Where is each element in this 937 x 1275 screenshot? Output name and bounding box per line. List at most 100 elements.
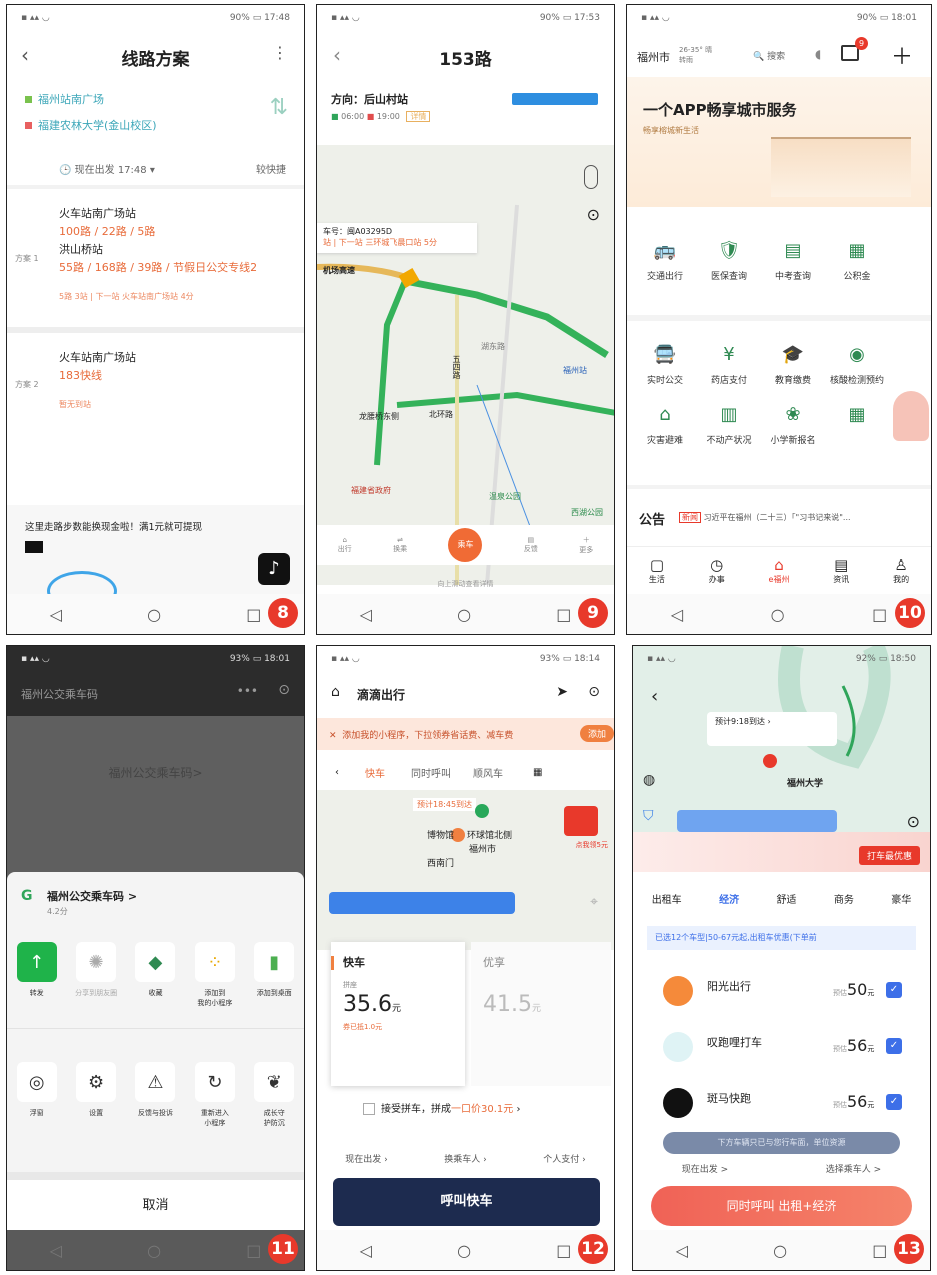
nav-recent-icon[interactable]: □ bbox=[556, 1241, 571, 1260]
tab-business[interactable]: 商务 bbox=[834, 891, 854, 906]
carpool-checkbox[interactable] bbox=[363, 1103, 375, 1115]
nav-back-icon[interactable]: ◁ bbox=[50, 1241, 62, 1260]
ad-strip[interactable] bbox=[512, 93, 598, 105]
nav-home-icon[interactable]: ○ bbox=[147, 1241, 161, 1260]
nav-recent-icon[interactable]: □ bbox=[556, 605, 571, 624]
depart-time-selector[interactable]: 🕒 现在出发 17:48 ▾ bbox=[59, 161, 155, 176]
back-icon[interactable]: ‹ bbox=[651, 686, 658, 707]
nav-home-icon[interactable]: ○ bbox=[773, 1241, 787, 1260]
rider-option[interactable]: 选择乘车人 > bbox=[826, 1162, 881, 1175]
fastest-toggle[interactable]: 较快捷 bbox=[256, 161, 286, 176]
provider-checkbox[interactable]: ✓ bbox=[886, 1038, 902, 1054]
tab-multi-call[interactable]: 同时呼叫 bbox=[411, 765, 451, 780]
service-traffic[interactable]: 🚌 交通出行 bbox=[633, 237, 697, 283]
shield-icon[interactable]: ⛉ bbox=[643, 808, 654, 824]
locate-icon[interactable]: ⊙ bbox=[587, 205, 600, 224]
nav-recent-icon[interactable]: □ bbox=[246, 1241, 261, 1260]
tab-taxi[interactable]: 出租车 bbox=[652, 891, 682, 906]
provider-checkbox[interactable]: ✓ bbox=[886, 1094, 902, 1110]
back-icon[interactable]: ‹ bbox=[335, 767, 339, 778]
tab-news[interactable]: ▤ 资讯 bbox=[833, 556, 849, 585]
hero-banner[interactable]: 一个APP畅享城市服务 畅享榕城新生活 bbox=[627, 77, 931, 207]
service-medical[interactable]: 🛡 医保查询 bbox=[697, 237, 761, 283]
locate-icon[interactable]: ⊙ bbox=[907, 812, 920, 831]
nav-recent-icon[interactable]: □ bbox=[246, 605, 261, 624]
nav-home-icon[interactable]: ○ bbox=[771, 605, 785, 624]
toolbar-item[interactable]: ▤ 反馈 bbox=[524, 536, 538, 554]
service-edu-fee[interactable]: 🎓 教育缴费 bbox=[761, 341, 825, 387]
action-add-desktop[interactable]: ▮ 添加到桌面 bbox=[246, 942, 302, 1008]
assistant-avatar[interactable] bbox=[893, 391, 929, 441]
safety-icon[interactable]: ◍ bbox=[643, 772, 655, 788]
nav-back-icon[interactable]: ◁ bbox=[360, 1241, 372, 1260]
action-guardian[interactable]: ❦ 成长守 护防沉 bbox=[246, 1062, 302, 1128]
locate-icon[interactable]: ⌖ bbox=[590, 894, 598, 910]
depart-time-option[interactable]: 现在出发 > bbox=[682, 1162, 728, 1175]
eta-popup[interactable]: 预计9:18到达 › bbox=[707, 712, 837, 746]
service-realtime-bus[interactable]: 🚍 实时公交 bbox=[633, 341, 697, 387]
action-favorite[interactable]: ◆ 收藏 bbox=[127, 942, 183, 1008]
nav-home-icon[interactable]: ○ bbox=[457, 1241, 471, 1260]
promo-add-button[interactable]: 添加 bbox=[579, 725, 614, 742]
info-banner[interactable] bbox=[677, 810, 837, 832]
traffic-light-icon[interactable] bbox=[584, 165, 598, 189]
plan-card-1[interactable]: 方案 1 火车站南广场站 100路 / 22路 / 5路 洪山桥站 55路 / … bbox=[7, 191, 304, 327]
carpool-option[interactable]: 接受拼车，拼成一口价30.1元 › bbox=[363, 1100, 520, 1115]
nav-home-icon[interactable]: ○ bbox=[457, 605, 471, 624]
plan-card-2[interactable]: 方案 2 火车站南广场站 183快线 暂无到站 bbox=[7, 335, 304, 425]
toolbar-item[interactable]: ⇌ 换乘 bbox=[393, 536, 407, 554]
tab-home[interactable]: ⌂ e福州 bbox=[769, 556, 790, 585]
provider-checkbox[interactable]: ✓ bbox=[886, 982, 902, 998]
call-both-button[interactable]: 同时呼叫 出租+经济 bbox=[651, 1186, 912, 1226]
action-settings[interactable]: ⚙ 设置 bbox=[68, 1062, 124, 1128]
call-express-button[interactable]: 呼叫快车 bbox=[333, 1178, 600, 1226]
tab-comfort[interactable]: 舒适 bbox=[776, 891, 796, 906]
service-fund[interactable]: ▦ 公积金 bbox=[825, 237, 889, 283]
search-box[interactable]: 🔍 搜索 bbox=[753, 49, 785, 62]
tab-carpool[interactable]: 顺风车 bbox=[473, 765, 503, 780]
cancel-button[interactable]: 取消 bbox=[7, 1180, 304, 1232]
provider-row[interactable]: 叹跑哩打车 预估56元 ✓ bbox=[633, 1020, 930, 1076]
nav-back-icon[interactable]: ◁ bbox=[50, 605, 62, 624]
ad-banner[interactable]: 这里走路步数能换现金啦！满1元就可提现 ♪ bbox=[7, 505, 304, 611]
service-shelter[interactable]: ⌂ 灾害避难 bbox=[633, 401, 697, 447]
toolbar-item[interactable]: ⌂ 出行 bbox=[338, 536, 352, 554]
action-reenter[interactable]: ↻ 重新进入 小程序 bbox=[187, 1062, 243, 1128]
home-icon[interactable]: ⌂ bbox=[331, 684, 340, 700]
nav-recent-icon[interactable]: □ bbox=[872, 605, 887, 624]
red-packet-icon[interactable] bbox=[564, 806, 598, 836]
fare-card-express[interactable]: 快车 拼座 35.6元 券已抵1.0元 bbox=[331, 942, 465, 1086]
selection-tip[interactable]: 已选12个车型|50-67元起,出租车优惠(下单前 bbox=[647, 926, 916, 950]
tab-service[interactable]: ◷ 办事 bbox=[709, 556, 725, 585]
action-float[interactable]: ◎ 浮窗 bbox=[9, 1062, 65, 1128]
service-pharmacy[interactable]: ¥ 药店支付 bbox=[697, 341, 761, 387]
toolbar-item[interactable]: ＋更多 bbox=[579, 535, 593, 555]
info-banner[interactable] bbox=[329, 892, 515, 914]
depart-time-option[interactable]: 现在出发 › bbox=[345, 1152, 387, 1165]
nav-back-icon[interactable]: ◁ bbox=[360, 605, 372, 624]
bus-info-popup[interactable]: 车号：闽A03295D 站 | 下一站 三环城飞晨口站 5分 bbox=[317, 223, 477, 253]
rider-option[interactable]: 换乘车人 › bbox=[444, 1152, 486, 1165]
program-name[interactable]: 福州公交乘车码 > bbox=[47, 888, 137, 904]
service-exam[interactable]: ▤ 中考查询 bbox=[761, 237, 825, 283]
nav-back-icon[interactable]: ◁ bbox=[671, 605, 683, 624]
tab-express[interactable]: 快车 bbox=[365, 765, 385, 780]
nav-home-icon[interactable]: ○ bbox=[147, 605, 161, 624]
nav-recent-icon[interactable]: □ bbox=[872, 1241, 887, 1260]
ride-button[interactable]: 乘车 bbox=[448, 528, 483, 562]
map-view[interactable]: 车号：闽A03295D 站 | 下一站 三环城飞晨口站 5分 机场高速 福州站 … bbox=[317, 145, 614, 585]
grid-icon[interactable]: ▦ bbox=[533, 767, 542, 778]
swap-icon[interactable]: ⇅ bbox=[270, 95, 288, 120]
close-icon[interactable]: ✕ bbox=[329, 731, 337, 741]
action-feedback[interactable]: ⚠ 反馈与投诉 bbox=[127, 1062, 183, 1128]
map-view[interactable]: 预计18:45到达 博物馆 环球馆北侧 福州市 西南门 点我领5元 ⌖ bbox=[317, 790, 614, 950]
notice-ticker[interactable]: 新闻 习近平在福州（二十三）「"习书记来说"... bbox=[679, 512, 919, 523]
provider-row[interactable]: 斑马快跑 预估56元 ✓ bbox=[633, 1076, 930, 1132]
service-more[interactable]: ▦ bbox=[825, 401, 889, 446]
tab-luxury[interactable]: 豪华 bbox=[891, 891, 911, 906]
more-icon[interactable]: ⋮ bbox=[272, 43, 288, 62]
mic-icon[interactable]: ◖ bbox=[815, 47, 821, 61]
add-icon[interactable]: ＋ bbox=[891, 39, 913, 71]
payment-option[interactable]: 个人支付 › bbox=[543, 1152, 585, 1165]
target-icon[interactable]: ⊙ bbox=[588, 684, 600, 700]
